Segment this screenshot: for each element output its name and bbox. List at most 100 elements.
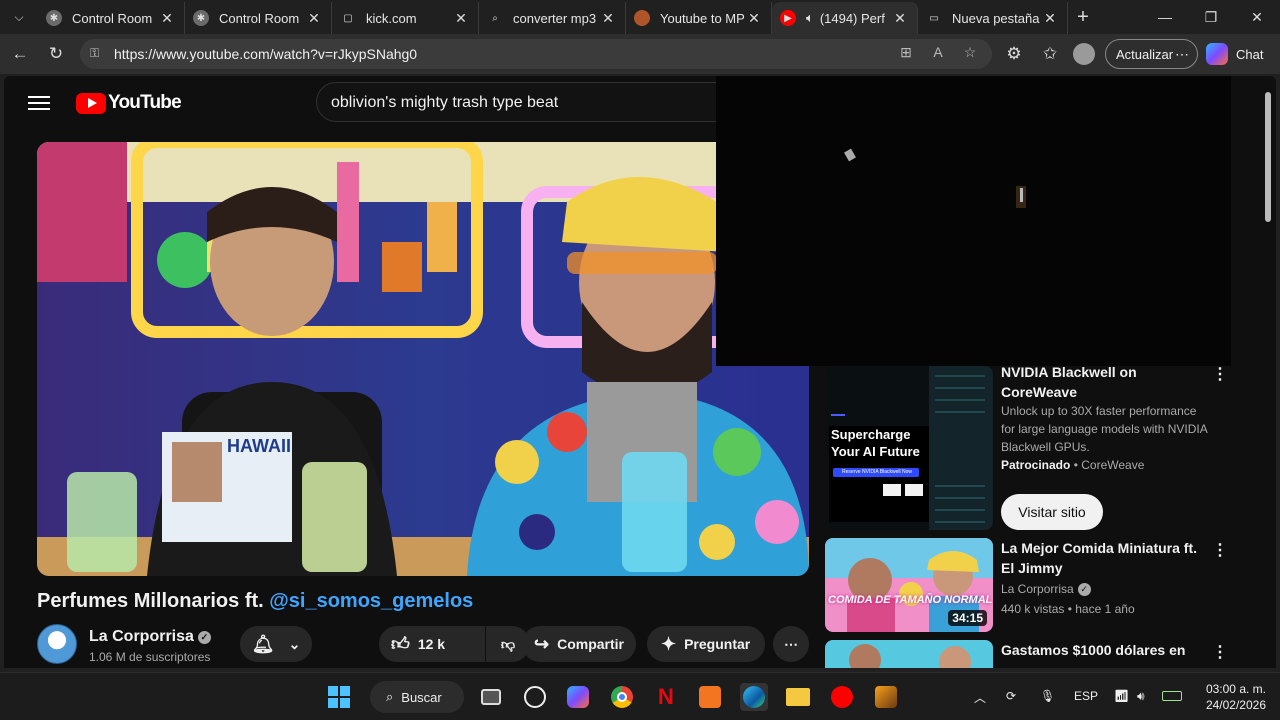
- refresh-button[interactable]: ↻: [42, 40, 70, 68]
- search-query: oblivion's mighty trash type beat: [331, 94, 559, 111]
- clock[interactable]: 03:00 a. m. 24/02/2026: [1196, 681, 1266, 713]
- favorites-icon[interactable]: ✩: [1036, 40, 1064, 68]
- taskbar-search[interactable]: ⌕ Buscar: [370, 681, 464, 713]
- notifications-button[interactable]: 🔔︎ ⌄: [240, 626, 312, 662]
- tab-title: (1494) Perf: [819, 10, 885, 26]
- video-menu-icon[interactable]: ⋮: [1210, 642, 1230, 662]
- verified-icon: ✓: [197, 631, 211, 644]
- ask-button[interactable]: ✦ Preguntar: [647, 626, 765, 662]
- ad-thumbnail[interactable]: Supercharge Your AI Future Reserve NVIDI…: [825, 366, 993, 530]
- show-hidden-icons-icon[interactable]: ︿: [974, 689, 986, 706]
- sync-icon[interactable]: ⟳: [1006, 689, 1016, 703]
- minimize-button[interactable]: —: [1142, 0, 1188, 34]
- tab-audio-icon[interactable]: 🔈︎: [806, 10, 814, 26]
- youtube-music-icon[interactable]: [828, 683, 856, 711]
- tab-title: Control Room: [219, 10, 300, 26]
- crunchyroll-icon[interactable]: [696, 683, 724, 711]
- volume-icon[interactable]: 🔊︎: [1137, 689, 1145, 704]
- app-available-icon[interactable]: ⊞: [896, 44, 916, 64]
- close-window-button[interactable]: ✕: [1234, 0, 1280, 34]
- ad-thumb-headline: Supercharge Your AI Future: [831, 427, 920, 459]
- verified-icon: ✓: [1077, 583, 1091, 596]
- site-info-icon[interactable]: ⚿: [90, 46, 106, 62]
- tab-close-icon[interactable]: ✕: [599, 10, 617, 27]
- tab-close-icon[interactable]: ✕: [158, 10, 176, 27]
- channel-row: La Corporrisa ✓ 1.06 M de suscriptores 🔔︎…: [37, 624, 809, 668]
- thumbnail-caption: COMIDA DE TAMAÑO NORMAL: [828, 594, 993, 606]
- search-input[interactable]: oblivion's mighty trash type beat: [316, 82, 736, 122]
- wifi-icon[interactable]: 📶︎: [1114, 689, 1129, 703]
- browser-tab[interactable]: ✱ Control Room ✕: [185, 2, 332, 34]
- youtube-wordmark: YouTube: [108, 92, 182, 113]
- start-button[interactable]: [325, 683, 353, 711]
- picture-in-picture-window[interactable]: [716, 76, 1231, 366]
- windows-taskbar: ⌕ Buscar N ︿ ⟳ 🎙︎ ESP 📶︎ 🔊︎ 03:00 a. m. …: [0, 672, 1280, 720]
- microphone-icon[interactable]: 🎙︎: [1040, 689, 1055, 703]
- battery-icon[interactable]: [1162, 689, 1182, 701]
- more-options-icon[interactable]: ⋯: [1175, 46, 1189, 63]
- browser-tab[interactable]: ✱ Control Room ✕: [38, 2, 185, 34]
- video-title-link[interactable]: La Mejor Comida Miniatura ft. El Jimmy: [1001, 538, 1211, 578]
- chatgpt-icon[interactable]: [521, 683, 549, 711]
- chevron-down-icon: ⌄: [288, 635, 301, 652]
- video-menu-icon[interactable]: ⋮: [1210, 540, 1230, 560]
- favorite-star-icon[interactable]: ☆: [960, 44, 980, 64]
- netflix-icon[interactable]: N: [652, 683, 680, 711]
- ad-title[interactable]: NVIDIA Blackwell on CoreWeave: [1001, 362, 1191, 402]
- chrome-icon[interactable]: [608, 683, 636, 711]
- video-frame: HAWAII: [37, 142, 809, 576]
- guide-menu-icon[interactable]: [28, 92, 50, 114]
- tab-close-icon[interactable]: ✕: [891, 10, 909, 27]
- video-channel[interactable]: La Corporrisa: [1001, 582, 1074, 596]
- mention-link[interactable]: @si_somos_gemelos: [269, 590, 473, 612]
- file-explorer-icon[interactable]: [784, 683, 812, 711]
- restore-button[interactable]: ❐: [1188, 0, 1234, 34]
- like-button[interactable]: 👍︎ 12 k: [379, 626, 485, 662]
- copilot-icon[interactable]: [564, 683, 592, 711]
- extensions-icon[interactable]: ⚙: [1000, 40, 1028, 68]
- tab-title: converter mp3 -: [513, 10, 599, 26]
- fl-studio-icon[interactable]: [872, 683, 900, 711]
- share-button[interactable]: ↪ Compartir: [522, 626, 636, 662]
- edge-icon[interactable]: [740, 683, 768, 711]
- browser-tab[interactable]: ▭ Nueva pestaña ✕: [918, 2, 1068, 34]
- back-button[interactable]: ←: [6, 40, 34, 68]
- ad-menu-icon[interactable]: ⋮: [1210, 364, 1230, 384]
- tab-close-icon[interactable]: ✕: [745, 10, 763, 27]
- video-thumbnail[interactable]: COMIDA DE TAMAÑO NORMAL 34:15: [825, 538, 993, 632]
- browser-tab[interactable]: ▢ kick.com ✕: [332, 2, 479, 34]
- advertiser-name: CoreWeave: [1081, 458, 1145, 472]
- subscriber-count: 1.06 M de suscriptores: [89, 650, 211, 664]
- scrollbar-thumb[interactable]: [1265, 92, 1271, 222]
- channel-avatar[interactable]: [37, 624, 77, 664]
- share-label: Compartir: [557, 636, 624, 652]
- channel-name[interactable]: La Corporrisa ✓: [89, 628, 211, 646]
- address-bar[interactable]: ⚿ https://www.youtube.com/watch?v=rJkypS…: [80, 39, 992, 69]
- taskbar-search-label: Buscar: [401, 689, 442, 705]
- browser-tab[interactable]: ▶ 🔈︎ (1494) Perf ✕: [772, 2, 918, 34]
- sparkle-icon: ✦: [661, 633, 677, 654]
- profile-avatar[interactable]: [1070, 40, 1098, 68]
- read-aloud-icon[interactable]: A: [928, 44, 948, 64]
- video-player[interactable]: HAWAII: [37, 142, 809, 576]
- video-thumbnail[interactable]: [825, 640, 993, 668]
- visit-site-button[interactable]: Visitar sitio: [1001, 494, 1103, 530]
- tab-close-icon[interactable]: ✕: [1041, 10, 1059, 27]
- video-title-link[interactable]: Gastamos $1000 dólares en ROPA: [1001, 640, 1211, 660]
- tab-actions-menu-button[interactable]: ⌵: [0, 0, 38, 34]
- task-view-icon[interactable]: [477, 683, 505, 711]
- channel-name-text: La Corporrisa: [89, 628, 194, 645]
- update-button[interactable]: Actualizar ⋯: [1105, 39, 1198, 69]
- tab-close-icon[interactable]: ✕: [452, 10, 470, 27]
- tab-close-icon[interactable]: ✕: [305, 10, 323, 27]
- new-tab-button[interactable]: +: [1068, 6, 1098, 29]
- more-actions-button[interactable]: ⋯: [773, 626, 809, 662]
- browser-tab[interactable]: Youtube to MP3 ✕: [626, 2, 772, 34]
- thumbnail-art: [825, 640, 993, 668]
- page-scrollbar[interactable]: [1266, 158, 1276, 668]
- video-views: 440 k vistas: [1001, 602, 1065, 616]
- input-language[interactable]: ESP: [1074, 689, 1098, 703]
- youtube-logo[interactable]: YouTube: [76, 92, 182, 114]
- browser-tab[interactable]: ⌕ converter mp3 - ✕: [479, 2, 626, 34]
- copilot-chat-button[interactable]: Chat: [1206, 39, 1272, 69]
